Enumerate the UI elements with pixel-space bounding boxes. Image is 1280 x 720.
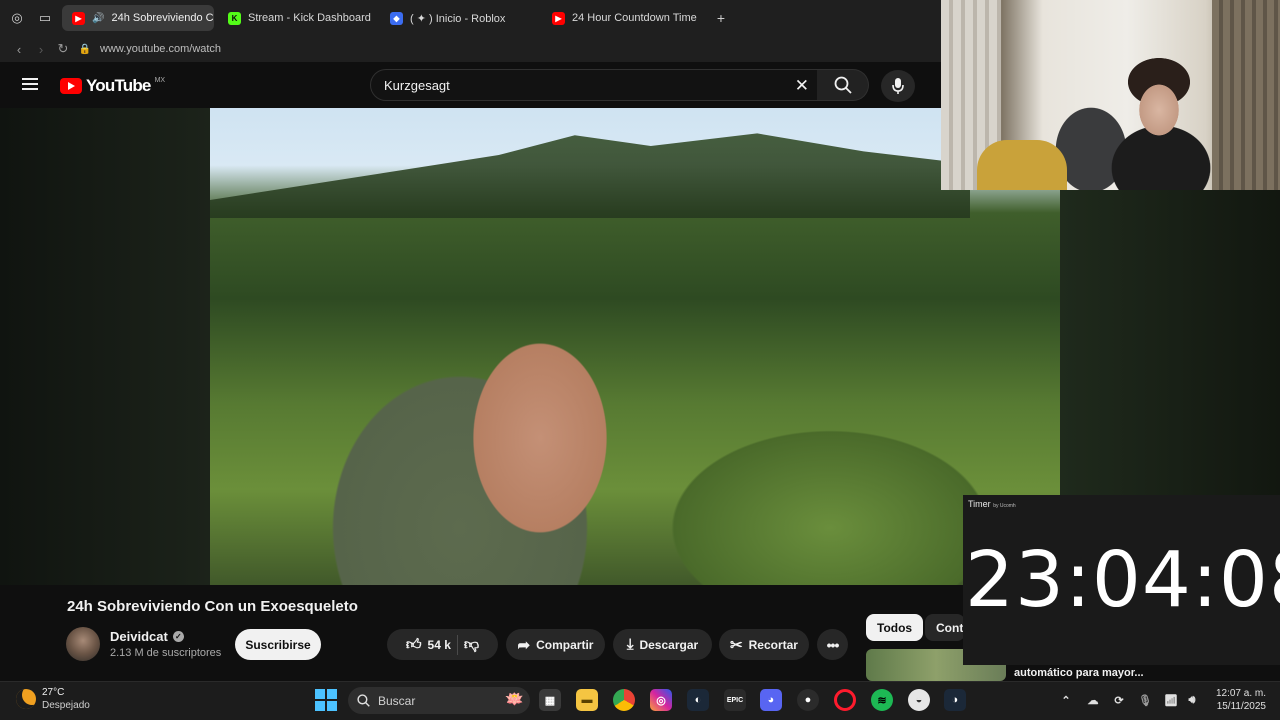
opera-icon[interactable]	[834, 689, 856, 711]
youtube-logo-text: YouTube	[86, 76, 151, 95]
related-video-title[interactable]: automático para mayor...	[1014, 667, 1144, 679]
chrome-icon[interactable]	[613, 689, 635, 711]
clip-button[interactable]: ✂ Recortar	[719, 629, 809, 660]
steam-icon[interactable]: ◐	[687, 689, 709, 711]
thumbs-down-icon[interactable]: 👎︎	[464, 636, 479, 654]
reload-icon[interactable]: ↻	[52, 41, 74, 57]
chip-conte[interactable]: Conte	[925, 614, 965, 641]
voice-search-button[interactable]	[881, 70, 915, 102]
sync-icon[interactable]: ⟳	[1108, 689, 1130, 711]
github-icon[interactable]: ●	[797, 689, 819, 711]
steam-app-icon[interactable]: ◑	[944, 689, 966, 711]
wifi-icon[interactable]: 📶︎	[1160, 689, 1182, 711]
file-explorer-icon[interactable]: ▬	[576, 689, 598, 711]
speaker-icon[interactable]: 🔊	[92, 13, 104, 24]
roblox-icon: ◆	[390, 11, 403, 25]
forward-icon[interactable]: ›	[30, 42, 52, 57]
taskbar-search-placeholder: Buscar	[378, 693, 416, 708]
like-button[interactable]: 👍︎ 54 k	[406, 636, 451, 654]
spotify-icon[interactable]: ≋	[871, 689, 893, 711]
new-tab-icon[interactable]: +	[710, 7, 732, 29]
webcam-curtain-right	[1212, 0, 1280, 190]
tab-kick-dashboard[interactable]: K Stream - Kick Dashboard	[218, 5, 376, 31]
discord-icon[interactable]: ◕	[760, 689, 782, 711]
tab-countdown[interactable]: ▶ 24 Hour Countdown Time	[542, 5, 700, 31]
instagram-icon[interactable]: ◎	[650, 689, 672, 711]
taskbar-search[interactable]: Buscar 🪷	[348, 687, 530, 714]
divider	[456, 634, 458, 655]
search-value: Kurzgesagt	[384, 77, 450, 93]
weather-description[interactable]: Despejado	[42, 700, 90, 711]
tray-expand-icon[interactable]: ⌃	[1055, 689, 1077, 711]
moon-weather-icon[interactable]	[16, 689, 36, 709]
subscribe-button[interactable]: Suscribirse	[235, 629, 321, 660]
channel-name-text: Deividcat	[110, 629, 168, 644]
search-button[interactable]	[817, 69, 869, 101]
share-icon: ➦	[517, 636, 531, 654]
back-icon[interactable]: ‹	[8, 42, 30, 57]
timer-label-text: Timer	[968, 499, 991, 509]
countdown-digits: 23:04:08	[965, 536, 1280, 625]
lock-icon: 🔒	[78, 43, 92, 55]
url-field[interactable]: www.youtube.com/watch	[100, 43, 221, 55]
tab-roblox[interactable]: ◆ ( ✦ ) Inicio - Roblox	[380, 5, 538, 31]
tab-label: ( ✦ ) Inicio - Roblox	[410, 12, 506, 25]
clear-search-icon[interactable]: ✕	[795, 76, 809, 96]
kick-icon: K	[228, 11, 241, 25]
address-bar: ‹ › ↻ 🔒 www.youtube.com/watch	[0, 36, 941, 62]
channel-name[interactable]: Deividcat ✓	[110, 629, 184, 644]
download-icon: ⤓	[626, 636, 634, 653]
tab-label: Stream - Kick Dashboard	[248, 12, 371, 24]
hamburger-menu-icon[interactable]	[22, 78, 38, 90]
youtube-header: YouTube MX Kurzgesagt ✕	[0, 62, 941, 108]
windows-start-icon[interactable]	[315, 689, 337, 711]
download-label: Descargar	[639, 637, 699, 652]
more-icon: •••	[826, 636, 840, 653]
tab-menu-icon[interactable]: ▭	[34, 7, 56, 29]
youtube-icon: ▶	[72, 11, 85, 25]
more-actions-button[interactable]: •••	[817, 629, 848, 660]
search-icon	[834, 76, 852, 94]
region-code: MX	[154, 76, 166, 84]
like-count: 54 k	[427, 637, 451, 652]
browser-tab-strip: ◎ ▭ ▶ 🔊 24h Sobreviviendo Co K Stream - …	[0, 0, 941, 36]
timer-label-small: by Ucomh	[993, 503, 1016, 509]
microphone-tray-icon[interactable]: 🎙︎	[1134, 689, 1156, 711]
tab-label: 24 Hour Countdown Time	[572, 12, 697, 24]
lotus-icon: 🪷	[505, 691, 524, 708]
like-dislike-group: 👍︎ 54 k 👎︎	[387, 629, 498, 660]
youtube-icon: ▶	[552, 11, 565, 25]
share-label: Compartir	[536, 637, 594, 652]
microphone-icon	[892, 78, 904, 94]
timer-label: Timer by Ucomh	[968, 499, 1016, 509]
ambient-glow	[0, 108, 210, 585]
clip-label: Recortar	[748, 637, 798, 652]
widgets-icon[interactable]: ▦	[539, 689, 561, 711]
weather-temperature[interactable]: 27°C	[42, 687, 64, 698]
obs-icon[interactable]: ◒	[908, 689, 930, 711]
chip-todos[interactable]: Todos	[866, 614, 924, 641]
epic-games-icon[interactable]: EPIC	[724, 689, 746, 711]
tab-label: 24h Sobreviviendo Co	[111, 12, 214, 24]
webcam-chair	[977, 140, 1067, 190]
tab-youtube-video[interactable]: ▶ 🔊 24h Sobreviviendo Co	[62, 5, 214, 31]
clock-time[interactable]: 12:07 a. m.	[1196, 688, 1266, 699]
subscriber-count: 2.13 M de suscriptores	[110, 647, 222, 659]
thumbs-up-icon: 👍︎	[405, 635, 422, 653]
ambient-glow-right	[1060, 190, 1280, 495]
channel-avatar[interactable]	[66, 627, 100, 661]
cloud-icon[interactable]: ☁	[1082, 689, 1104, 711]
share-button[interactable]: ➦ Compartir	[506, 629, 605, 660]
clock-date[interactable]: 15/11/2025	[1196, 701, 1266, 712]
video-title: 24h Sobreviviendo Con un Exoesqueleto	[67, 598, 358, 615]
search-input[interactable]: Kurzgesagt ✕	[370, 69, 818, 101]
opera-menu-icon[interactable]: ◎	[6, 7, 28, 29]
download-button[interactable]: ⤓ Descargar	[613, 629, 712, 660]
youtube-logo[interactable]: YouTube MX	[60, 76, 165, 96]
verified-check-icon: ✓	[172, 631, 184, 642]
youtube-play-icon	[60, 78, 82, 94]
search-icon	[357, 694, 370, 707]
scissors-icon: ✂	[730, 636, 743, 654]
